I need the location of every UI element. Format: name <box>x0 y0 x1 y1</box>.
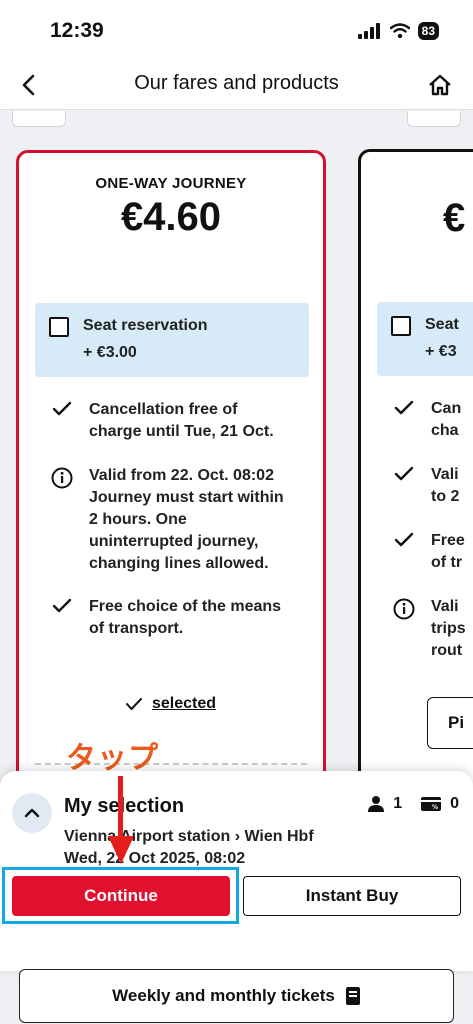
seat-reservation-option[interactable]: Seat reservation + €3.00 <box>35 303 309 377</box>
selection-route: Vienna Airport station › Wien Hbf <box>64 828 314 845</box>
wifi-icon <box>389 23 410 39</box>
home-button[interactable] <box>425 70 455 100</box>
feature-line: charge until Tue, 21 Oct. <box>89 423 274 440</box>
seat-reservation-price: + €3.00 <box>83 344 137 361</box>
info-icon <box>393 598 415 620</box>
nav-bar: Our fares and products <box>0 62 473 110</box>
feature-line: 2 hours. One <box>89 511 187 528</box>
feature-line: changing lines allowed. <box>89 555 269 572</box>
feature-line: Journey must start within <box>89 489 284 506</box>
check-icon <box>394 400 414 415</box>
feature-cancellation: Cancellation free of charge until Tue, 2… <box>49 399 309 443</box>
status-icons: 83 <box>357 22 439 40</box>
feature-line: cha <box>431 422 459 439</box>
tap-arrow-icon <box>108 776 134 864</box>
ticket-icon <box>345 987 360 1005</box>
my-selection-sheet: My selection 1 % 0 Vienna Airport statio… <box>0 771 473 971</box>
feature-line: Free choice of the means <box>89 598 282 615</box>
instant-buy-button[interactable]: Instant Buy <box>243 876 461 916</box>
seat-reservation-option[interactable]: Seat + €3 <box>377 302 473 376</box>
status-time: 12:39 <box>50 19 104 42</box>
feature-line: trips <box>431 620 466 637</box>
seat-reservation-price: + €3 <box>425 343 457 360</box>
feature-line: of transport. <box>89 620 184 637</box>
seat-reservation-checkbox[interactable] <box>49 317 69 337</box>
tab-stub-right <box>407 111 461 127</box>
feature-line: Valid from 22. Oct. 08:02 <box>89 467 274 484</box>
status-bar: 12:39 83 <box>0 0 473 62</box>
feature-line: Vali <box>431 598 459 615</box>
chevron-up-icon <box>24 808 40 818</box>
seat-reservation-title: Seat reservation <box>83 317 208 334</box>
feature-line: to 2 <box>431 488 460 505</box>
feature-item: Vali to 2 <box>391 464 473 508</box>
passenger-count: 1 <box>393 795 403 812</box>
feature-item: Vali trips rout <box>391 596 473 662</box>
page-title: Our fares and products <box>134 72 339 94</box>
check-icon <box>125 697 142 710</box>
discount-card-icon: % <box>421 797 442 811</box>
weekly-monthly-label: Weekly and monthly tickets <box>112 986 335 1005</box>
selected-indicator[interactable]: selected <box>19 695 323 713</box>
svg-text:%: % <box>432 804 438 811</box>
person-icon <box>368 796 385 812</box>
fare-card-one-way[interactable]: ONE-WAY JOURNEY €4.60 Seat reservation +… <box>16 150 326 810</box>
feature-transport: Free choice of the means of transport. <box>49 596 309 640</box>
select-fare-button[interactable]: Pi <box>427 697 473 749</box>
feature-validity: Valid from 22. Oct. 08:02 Journey must s… <box>49 465 309 575</box>
feature-item: Can cha <box>391 398 473 442</box>
feature-line: uninterrupted journey, <box>89 533 259 550</box>
feature-line: Can <box>431 400 462 417</box>
feature-item: Free of tr <box>391 530 473 574</box>
feature-line: rout <box>431 642 463 659</box>
battery-indicator: 83 <box>417 22 439 40</box>
home-icon <box>429 74 451 96</box>
fare-price: €4.60 <box>120 195 222 239</box>
selection-datetime: Wed, 22 Oct 2025, 08:02 <box>64 850 246 867</box>
feature-line: Free <box>431 532 465 549</box>
check-icon <box>52 598 72 613</box>
check-icon <box>394 466 414 481</box>
check-icon <box>394 532 414 547</box>
expand-selection-button[interactable] <box>12 793 52 833</box>
feature-line: Cancellation free of <box>89 401 238 418</box>
cellular-signal-icon <box>357 23 380 39</box>
check-icon <box>52 401 72 416</box>
info-icon <box>51 467 73 489</box>
fare-card-second[interactable]: € Seat + €3 Can cha Vali to 2 Free of tr <box>358 149 473 809</box>
weekly-monthly-tickets-button[interactable]: Weekly and monthly tickets <box>19 969 454 1023</box>
feature-line: of tr <box>431 554 463 571</box>
seat-reservation-checkbox[interactable] <box>391 316 411 336</box>
feature-line: Vali <box>431 466 459 483</box>
seat-reservation-title: Seat <box>425 316 459 333</box>
continue-button[interactable]: Continue <box>12 876 230 916</box>
fare-label: ONE-WAY JOURNEY <box>95 175 247 192</box>
fare-price: € <box>443 196 466 240</box>
selection-counts: 1 % 0 <box>367 795 459 813</box>
discount-card-count: 0 <box>450 795 459 812</box>
selected-label: selected <box>151 695 217 712</box>
tab-stub-left <box>12 111 66 127</box>
